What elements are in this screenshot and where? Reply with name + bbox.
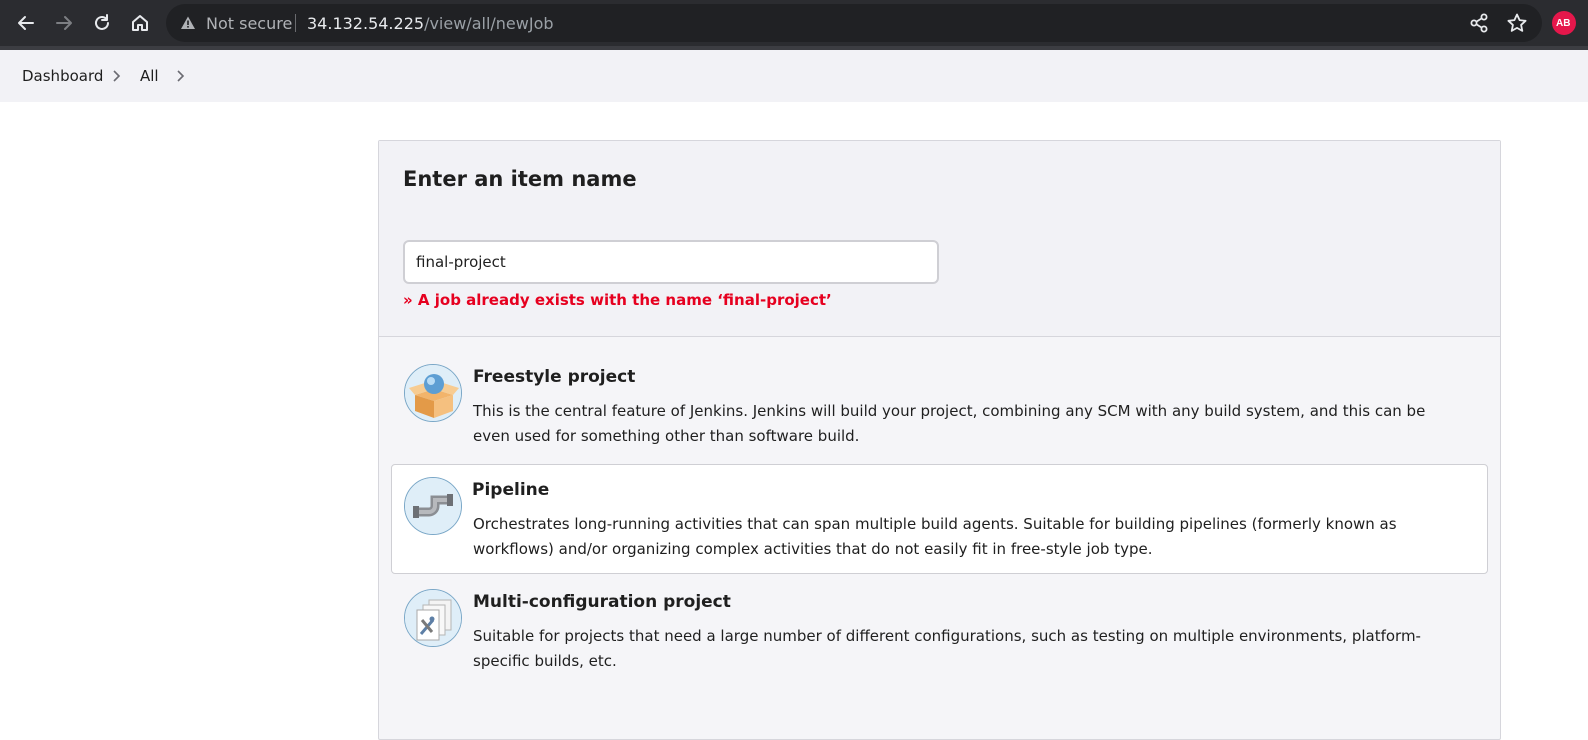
validation-error: » A job already exists with the name ‘fi… [403,291,832,309]
share-icon[interactable] [1468,12,1490,34]
breadcrumb-all[interactable]: All [140,67,159,85]
star-icon[interactable] [1506,12,1528,34]
profile-avatar[interactable]: AB [1552,11,1576,35]
job-type-description: Orchestrates long-running activities tha… [473,515,1397,558]
browser-toolbar: Not secure 34.132.54.225/view/all/newJob… [0,0,1588,46]
chevron-right-icon[interactable] [175,69,187,83]
url-host: 34.132.54.225 [307,14,425,33]
forward-icon[interactable] [49,8,79,38]
breadcrumb-dashboard[interactable]: Dashboard [22,67,103,85]
job-type-title: Multi-configuration project [473,592,731,612]
job-type-freestyle[interactable]: Freestyle project This is the central fe… [391,351,1488,461]
job-type-pipeline[interactable]: Pipeline Orchestrates long-running activ… [391,464,1488,574]
job-type-description: This is the central feature of Jenkins. … [473,402,1426,445]
omnibox-divider [295,14,296,32]
pipeline-icon [404,477,462,535]
reload-icon[interactable] [87,8,117,38]
warning-icon[interactable] [180,15,196,31]
freestyle-project-icon [404,364,462,422]
breadcrumb: Dashboard All [0,50,1588,102]
new-item-form: Enter an item name » A job already exist… [378,140,1501,740]
item-name-input[interactable] [403,240,939,284]
page-title: Enter an item name [403,167,637,191]
url-text[interactable]: 34.132.54.225/view/all/newJob [307,14,554,33]
address-bar[interactable]: Not secure 34.132.54.225/view/all/newJob [166,4,1542,42]
job-type-title: Pipeline [472,480,550,500]
security-label[interactable]: Not secure [206,14,292,33]
job-type-title: Freestyle project [473,367,636,387]
multi-configuration-icon [404,589,462,647]
item-name-section: Enter an item name » A job already exist… [379,141,1500,337]
home-icon[interactable] [125,8,155,38]
job-type-multi-configuration[interactable]: Multi-configuration project Suitable for… [391,576,1488,686]
url-path: /view/all/newJob [424,14,554,33]
chevron-right-icon[interactable] [111,69,123,83]
job-type-description: Suitable for projects that need a large … [473,627,1421,670]
back-icon[interactable] [11,8,41,38]
